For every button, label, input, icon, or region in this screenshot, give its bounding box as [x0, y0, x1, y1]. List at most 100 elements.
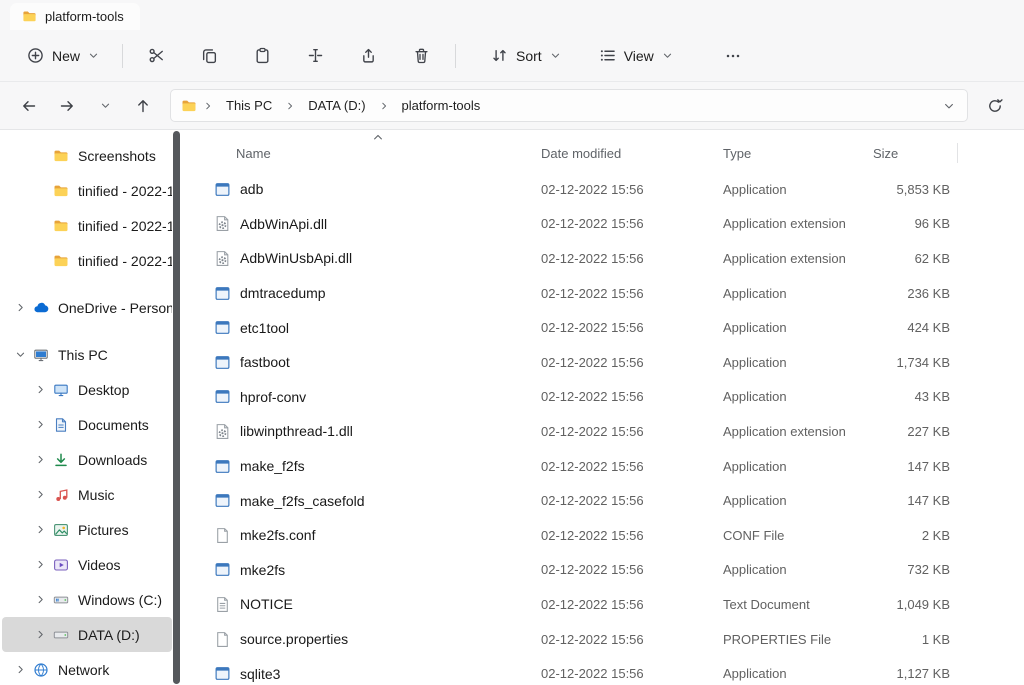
- breadcrumb-chevron-icon[interactable]: [373, 95, 395, 117]
- column-header-date-modified[interactable]: Date modified: [541, 140, 723, 166]
- file-row[interactable]: hprof-conv 02-12-2022 15:56 Application …: [214, 380, 1024, 415]
- sidebar-item-label: Pictures: [78, 522, 129, 538]
- sidebar-scrollbar-thumb[interactable]: [173, 131, 180, 684]
- more-options-button[interactable]: [712, 38, 754, 74]
- column-header-name[interactable]: Name: [214, 140, 541, 166]
- chevron-icon[interactable]: [32, 452, 48, 468]
- refresh-button[interactable]: [978, 90, 1012, 122]
- sidebar-item[interactable]: tinified - 2022-12-0: [2, 208, 172, 243]
- file-row[interactable]: source.properties 02-12-2022 15:56 PROPE…: [214, 622, 1024, 657]
- sidebar-item[interactable]: Windows (C:): [2, 582, 172, 617]
- sidebar-item[interactable]: OneDrive - Personal: [2, 290, 172, 325]
- desktop-icon: [53, 382, 69, 398]
- sidebar-scrollbar[interactable]: [172, 130, 182, 685]
- file-type: Application extension: [723, 251, 873, 266]
- chevron-down-icon: [943, 100, 955, 112]
- chevron-icon[interactable]: [32, 417, 48, 433]
- file-row[interactable]: etc1tool 02-12-2022 15:56 Application 42…: [214, 310, 1024, 345]
- file-row[interactable]: make_f2fs 02-12-2022 15:56 Application 1…: [214, 449, 1024, 484]
- back-button[interactable]: [12, 90, 46, 122]
- sidebar-item[interactable]: DATA (D:): [2, 617, 172, 652]
- chevron-icon[interactable]: [32, 557, 48, 573]
- delete-button[interactable]: [400, 38, 443, 74]
- chevron-icon[interactable]: [32, 522, 48, 538]
- address-box[interactable]: This PC DATA (D:) platform-tools: [170, 89, 968, 122]
- file-row[interactable]: AdbWinUsbApi.dll 02-12-2022 15:56 Applic…: [214, 241, 1024, 276]
- chevron-icon[interactable]: [32, 487, 48, 503]
- breadcrumb-segment: This PC: [197, 94, 279, 117]
- file-row[interactable]: libwinpthread-1.dll 02-12-2022 15:56 App…: [214, 414, 1024, 449]
- file-row[interactable]: AdbWinApi.dll 02-12-2022 15:56 Applicati…: [214, 207, 1024, 242]
- file-name-cell: dmtracedump: [214, 285, 541, 302]
- cut-button[interactable]: [135, 38, 178, 74]
- delete-icon: [413, 47, 430, 64]
- file-date-modified: 02-12-2022 15:56: [541, 182, 723, 197]
- sort-button[interactable]: Sort: [480, 38, 572, 74]
- sidebar-item[interactable]: Downloads: [2, 442, 172, 477]
- chevron-icon[interactable]: [12, 347, 28, 363]
- file-row[interactable]: mke2fs.conf 02-12-2022 15:56 CONF File 2…: [214, 518, 1024, 553]
- new-button[interactable]: New: [16, 38, 110, 74]
- toolbar-divider: [455, 44, 456, 68]
- sidebar-item[interactable]: Videos: [2, 547, 172, 582]
- recent-locations-button[interactable]: [88, 90, 122, 122]
- file-size: 1,734 KB: [873, 355, 950, 370]
- app-icon: [214, 665, 231, 682]
- column-separator[interactable]: [957, 143, 958, 163]
- sidebar-item-label: Music: [78, 487, 115, 503]
- forward-button[interactable]: [50, 90, 84, 122]
- sidebar-item[interactable]: Documents: [2, 407, 172, 442]
- breadcrumb-item[interactable]: This PC: [219, 94, 279, 117]
- file-list-pane: Name Date modified Type Size adb 02-12-2…: [182, 130, 1024, 685]
- file-row[interactable]: NOTICE 02-12-2022 15:56 Text Document 1,…: [214, 587, 1024, 622]
- window-tab[interactable]: platform-tools: [10, 3, 140, 30]
- file-date-modified: 02-12-2022 15:56: [541, 389, 723, 404]
- sidebar-item-label: Network: [58, 662, 109, 678]
- column-header-type[interactable]: Type: [723, 140, 873, 166]
- sidebar-item[interactable]: Pictures: [2, 512, 172, 547]
- column-header-size[interactable]: Size: [873, 140, 950, 166]
- chevron-icon[interactable]: [32, 382, 48, 398]
- breadcrumb-item[interactable]: DATA (D:): [301, 94, 372, 117]
- sidebar-item[interactable]: tinified - 2022-12-0: [2, 243, 172, 278]
- sidebar-item[interactable]: Screenshots: [2, 138, 172, 173]
- share-button[interactable]: [347, 38, 390, 74]
- sidebar-item-label: Documents: [78, 417, 149, 433]
- sidebar-item[interactable]: Music: [2, 477, 172, 512]
- chevron-icon[interactable]: [32, 592, 48, 608]
- sidebar-item[interactable]: This PC: [2, 337, 172, 372]
- app-icon: [214, 561, 231, 578]
- chevron-icon[interactable]: [32, 627, 48, 643]
- file-type: Text Document: [723, 597, 873, 612]
- breadcrumb-item[interactable]: platform-tools: [395, 94, 488, 117]
- file-row[interactable]: mke2fs 02-12-2022 15:56 Application 732 …: [214, 553, 1024, 588]
- sidebar-item-label: Downloads: [78, 452, 147, 468]
- file-type: Application extension: [723, 424, 873, 439]
- chevron-icon[interactable]: [12, 300, 28, 316]
- file-row[interactable]: fastboot 02-12-2022 15:56 Application 1,…: [214, 345, 1024, 380]
- file-size: 147 KB: [873, 459, 950, 474]
- file-row[interactable]: adb 02-12-2022 15:56 Application 5,853 K…: [214, 172, 1024, 207]
- sidebar-item[interactable]: Desktop: [2, 372, 172, 407]
- file-size: 424 KB: [873, 320, 950, 335]
- sidebar-item[interactable]: Network: [2, 652, 172, 685]
- file-name-cell: NOTICE: [214, 596, 541, 613]
- breadcrumb-chevron-icon[interactable]: [279, 95, 301, 117]
- paste-button[interactable]: [241, 38, 284, 74]
- file-date-modified: 02-12-2022 15:56: [541, 251, 723, 266]
- app-icon: [214, 388, 231, 405]
- sidebar-item[interactable]: tinified - 2022-12-0: [2, 173, 172, 208]
- chevron-icon[interactable]: [12, 662, 28, 678]
- address-dropdown-button[interactable]: [935, 92, 963, 120]
- file-row[interactable]: sqlite3 02-12-2022 15:56 Application 1,1…: [214, 656, 1024, 685]
- view-button[interactable]: View: [588, 38, 684, 74]
- file-row[interactable]: make_f2fs_casefold 02-12-2022 15:56 Appl…: [214, 483, 1024, 518]
- up-button[interactable]: [126, 90, 160, 122]
- file-type: Application: [723, 562, 873, 577]
- copy-button[interactable]: [188, 38, 231, 74]
- arrow-right-icon: [59, 98, 75, 114]
- breadcrumb-chevron-icon[interactable]: [197, 95, 219, 117]
- file-row[interactable]: dmtracedump 02-12-2022 15:56 Application…: [214, 276, 1024, 311]
- column-header-row: Name Date modified Type Size: [214, 140, 1024, 166]
- rename-button[interactable]: [294, 38, 337, 74]
